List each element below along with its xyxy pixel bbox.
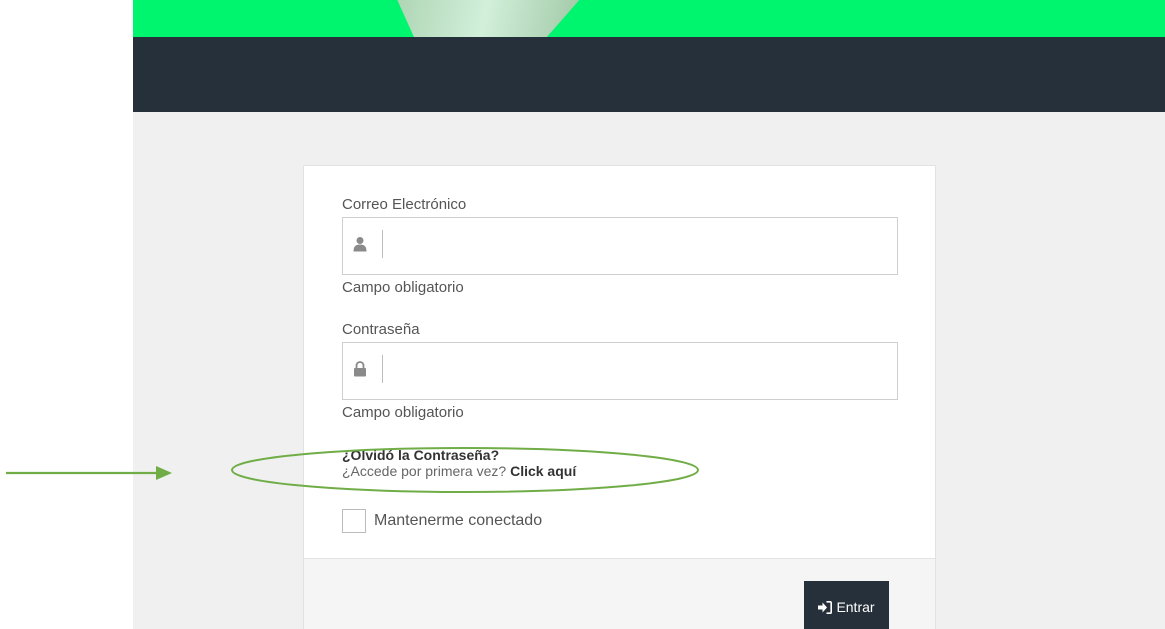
header-bar [133, 37, 1165, 112]
top-banner [133, 0, 1165, 37]
annotation-arrow-icon [6, 466, 172, 480]
login-button-label: Entrar [836, 599, 875, 615]
password-help-text: Campo obligatorio [342, 404, 464, 421]
email-field[interactable] [385, 218, 895, 274]
lock-icon [354, 361, 366, 377]
password-label: Contraseña [342, 321, 420, 338]
card-footer: Entrar [304, 558, 935, 629]
password-addon [343, 343, 383, 399]
remember-me-label[interactable]: Mantenerme conectado [374, 512, 542, 530]
email-addon [343, 218, 383, 274]
page-frame: Correo Electrónico Campo obligatorio Con… [133, 0, 1165, 629]
login-form: Correo Electrónico Campo obligatorio Con… [304, 166, 935, 558]
user-icon [353, 237, 367, 252]
login-card: Correo Electrónico Campo obligatorio Con… [303, 165, 936, 629]
email-input-group [342, 217, 898, 275]
email-help-text: Campo obligatorio [342, 279, 464, 296]
annotation-ellipse [231, 447, 699, 493]
password-input-group [342, 342, 898, 400]
login-button[interactable]: Entrar [804, 581, 889, 629]
remember-me-checkbox[interactable] [342, 509, 366, 533]
remember-me-row: Mantenerme conectado [342, 509, 897, 533]
password-field[interactable] [385, 343, 895, 399]
email-label: Correo Electrónico [342, 196, 467, 213]
sign-in-icon [818, 600, 833, 614]
banner-photo [363, 0, 615, 37]
